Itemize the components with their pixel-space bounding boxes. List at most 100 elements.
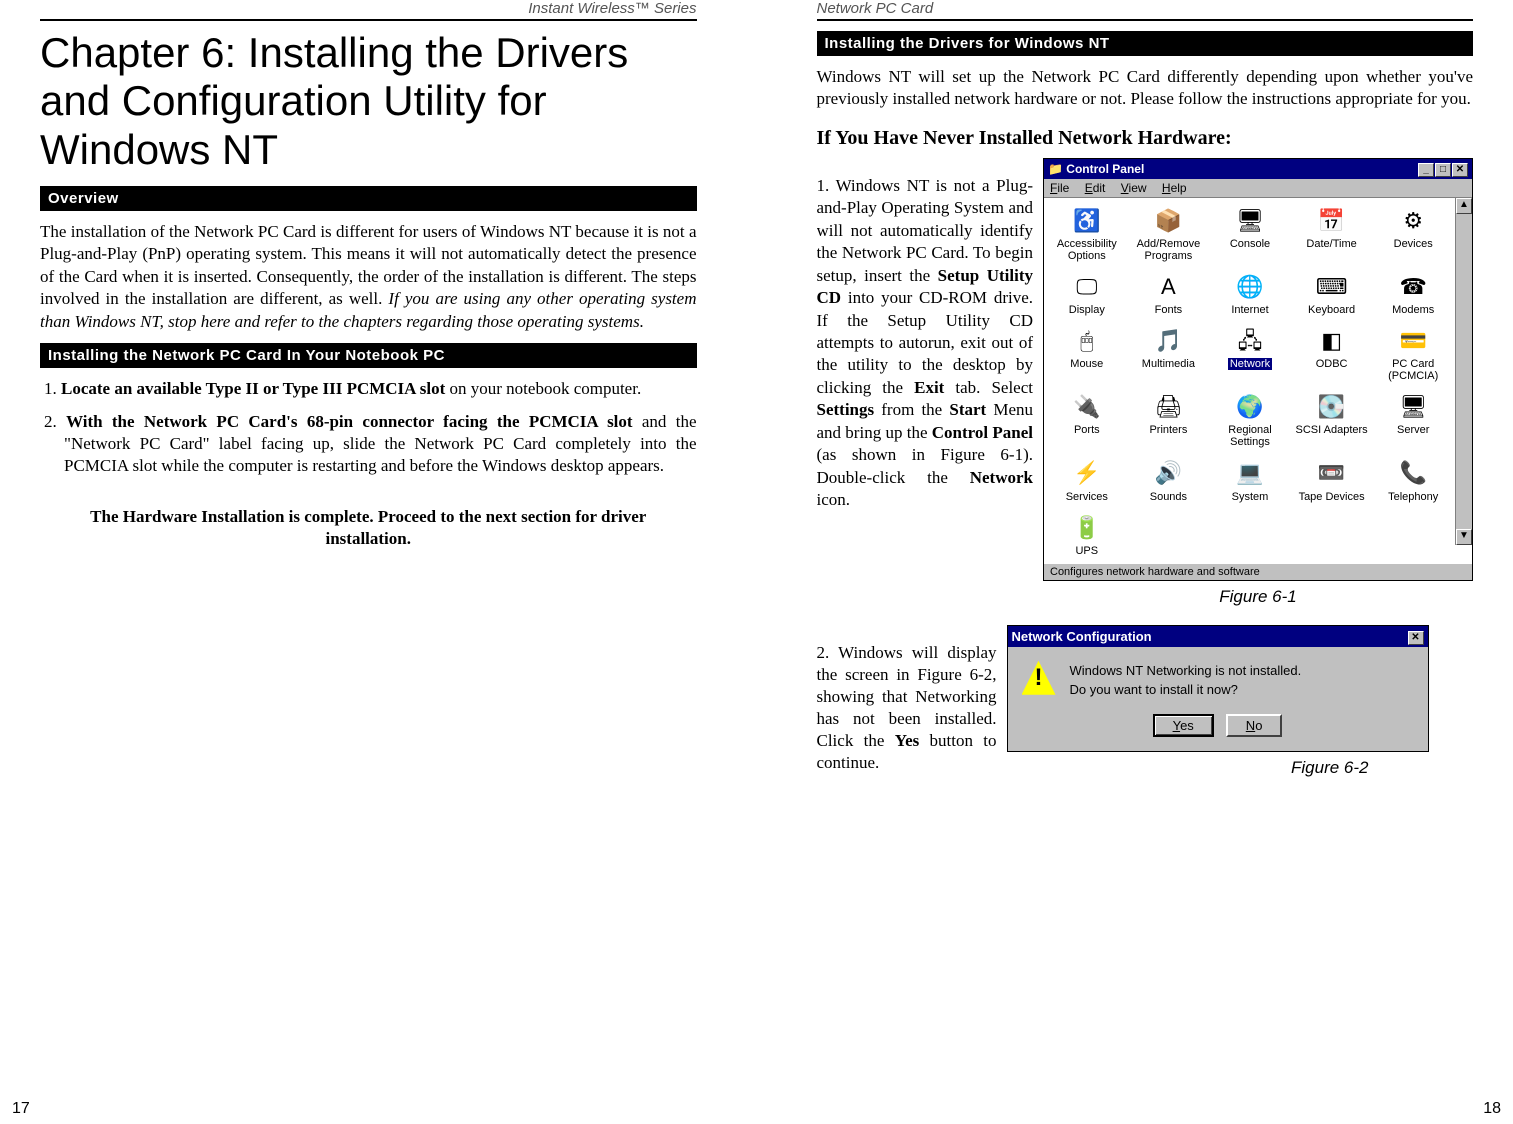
menu-view[interactable]: View bbox=[1121, 181, 1147, 195]
control-panel-item-label: System bbox=[1232, 491, 1269, 503]
network-config-dialog: Network Configuration ✕ ! Windows NT Net… bbox=[1007, 625, 1429, 752]
no-button[interactable]: No bbox=[1226, 714, 1283, 737]
control-panel-item[interactable]: 🔊Sounds bbox=[1130, 457, 1208, 505]
control-panel-item-icon: 🌍 bbox=[1234, 392, 1266, 422]
control-panel-item[interactable]: 📅Date/Time bbox=[1293, 204, 1371, 264]
control-panel-item-icon: 💻 bbox=[1234, 459, 1266, 489]
maximize-button[interactable]: □ bbox=[1435, 163, 1451, 177]
page-right: Network PC Card Installing the Drivers f… bbox=[757, 0, 1513, 1124]
left-step-1: 1. Locate an available Type II or Type I… bbox=[40, 378, 697, 400]
control-panel-item-icon: 🖨 bbox=[1152, 392, 1184, 422]
close-button[interactable]: ✕ bbox=[1408, 631, 1424, 645]
control-panel-item[interactable]: ♿Accessibility Options bbox=[1048, 204, 1126, 264]
control-panel-item[interactable]: 🖥Console bbox=[1211, 204, 1289, 264]
control-panel-item-label: Mouse bbox=[1070, 358, 1103, 370]
step-bold: Locate an available Type II or Type III … bbox=[61, 379, 445, 398]
control-panel-item[interactable]: 📞Telephony bbox=[1374, 457, 1452, 505]
t: Control Panel bbox=[932, 423, 1033, 442]
control-panel-item[interactable]: 🖵Display bbox=[1048, 270, 1126, 318]
control-panel-item[interactable]: 🖨Printers bbox=[1130, 390, 1208, 450]
vertical-scrollbar[interactable]: ▲ ▼ bbox=[1455, 198, 1472, 545]
control-panel-item[interactable]: 🌐Internet bbox=[1211, 270, 1289, 318]
section-install-card-heading: Installing the Network PC Card In Your N… bbox=[40, 343, 697, 368]
control-panel-item[interactable]: 🔌Ports bbox=[1048, 390, 1126, 450]
t: Network bbox=[970, 468, 1033, 487]
section-overview-heading: Overview bbox=[40, 186, 697, 211]
control-panel-item-label: Add/Remove Programs bbox=[1131, 238, 1207, 262]
dialog-title-text: Network Configuration bbox=[1012, 629, 1152, 644]
scroll-up-arrow-icon[interactable]: ▲ bbox=[1456, 198, 1472, 214]
control-panel-item-icon: ⚡ bbox=[1071, 459, 1103, 489]
control-panel-item[interactable]: 🖧 Network bbox=[1211, 324, 1289, 384]
control-panel-item-label: Ports bbox=[1074, 424, 1100, 436]
dialog-titlebar: Network Configuration ✕ bbox=[1008, 626, 1428, 647]
page-spread: Instant Wireless™ Series Chapter 6: Inst… bbox=[0, 0, 1513, 1124]
menu-edit[interactable]: Edit bbox=[1085, 181, 1106, 195]
figure-6-1: 📁 Control Panel _□✕ File Edit View Help bbox=[1043, 158, 1473, 607]
dialog-line1: Windows NT Networking is not installed. bbox=[1070, 661, 1302, 681]
page-number-left: 17 bbox=[12, 1100, 30, 1118]
control-panel-item-icon: 📼 bbox=[1316, 459, 1348, 489]
dialog-buttons: Yes No bbox=[1008, 706, 1428, 751]
page-left: Instant Wireless™ Series Chapter 6: Inst… bbox=[0, 0, 757, 1124]
yes-button[interactable]: Yes bbox=[1153, 714, 1214, 737]
control-panel-item-label: Devices bbox=[1394, 238, 1433, 250]
warning-icon: ! bbox=[1022, 661, 1056, 695]
control-panel-item[interactable]: 💽SCSI Adapters bbox=[1293, 390, 1371, 450]
control-panel-grid: ♿Accessibility Options📦Add/Remove Progra… bbox=[1044, 198, 1472, 563]
control-panel-item-label: Network bbox=[1228, 358, 1272, 370]
control-panel-item-icon: 🎵 bbox=[1152, 326, 1184, 356]
control-panel-item[interactable]: AFonts bbox=[1130, 270, 1208, 318]
right-step-1: 📁 Control Panel _□✕ File Edit View Help bbox=[817, 158, 1474, 607]
t: icon. bbox=[817, 490, 851, 509]
control-panel-item-label: Accessibility Options bbox=[1049, 238, 1125, 262]
control-panel-title-text: 📁 Control Panel bbox=[1048, 162, 1144, 176]
close-button[interactable]: ✕ bbox=[1452, 163, 1468, 177]
menu-file[interactable]: File bbox=[1050, 181, 1069, 195]
control-panel-item[interactable]: ☎Modems bbox=[1374, 270, 1452, 318]
control-panel-item[interactable]: ⚙Devices bbox=[1374, 204, 1452, 264]
control-panel-item-icon: 🖧 bbox=[1234, 326, 1266, 356]
figure-6-2: Network Configuration ✕ ! Windows NT Net… bbox=[1007, 625, 1429, 778]
control-panel-item-icon: ☎ bbox=[1397, 272, 1429, 302]
control-panel-item[interactable]: 🌍Regional Settings bbox=[1211, 390, 1289, 450]
control-panel-item[interactable]: 🖥Server bbox=[1374, 390, 1452, 450]
step-bold: With the Network PC Card's 68-pin connec… bbox=[66, 412, 633, 431]
menu-help[interactable]: Help bbox=[1162, 181, 1187, 195]
control-panel-item-label: Multimedia bbox=[1142, 358, 1195, 370]
control-panel-item-icon: 🔋 bbox=[1071, 513, 1103, 543]
control-panel-item[interactable]: ⌨Keyboard bbox=[1293, 270, 1371, 318]
t: Exit bbox=[914, 378, 944, 397]
control-panel-item-icon: 📅 bbox=[1316, 206, 1348, 236]
control-panel-item-label: UPS bbox=[1075, 545, 1098, 557]
running-header-right: Network PC Card bbox=[817, 0, 1474, 21]
control-panel-titlebar: 📁 Control Panel _□✕ bbox=[1044, 159, 1472, 179]
control-panel-item-label: PC Card (PCMCIA) bbox=[1375, 358, 1451, 382]
control-panel-item[interactable]: ⚡Services bbox=[1048, 457, 1126, 505]
control-panel-statusbar: Configures network hardware and software bbox=[1044, 563, 1472, 580]
control-panel-item-icon: 🖵 bbox=[1071, 272, 1103, 302]
hardware-complete-msg: The Hardware Installation is complete. P… bbox=[70, 506, 667, 550]
control-panel-item[interactable]: 🔋 UPS bbox=[1048, 511, 1126, 559]
control-panel-item[interactable]: 📦Add/Remove Programs bbox=[1130, 204, 1208, 264]
scroll-down-arrow-icon[interactable]: ▼ bbox=[1456, 529, 1472, 545]
control-panel-item[interactable]: 🖱Mouse bbox=[1048, 324, 1126, 384]
control-panel-item[interactable]: 💻 System bbox=[1211, 457, 1289, 505]
section-drivers-nt-heading: Installing the Drivers for Windows NT bbox=[817, 31, 1474, 56]
t: Yes bbox=[895, 731, 920, 750]
control-panel-item-icon: 🔊 bbox=[1152, 459, 1184, 489]
control-panel-menubar: File Edit View Help bbox=[1044, 179, 1472, 198]
step-number: 1. bbox=[44, 379, 61, 398]
minimize-button[interactable]: _ bbox=[1418, 163, 1434, 177]
control-panel-item[interactable]: 🎵 Multimedia bbox=[1130, 324, 1208, 384]
app-icon: 📁 bbox=[1048, 162, 1063, 176]
control-panel-item[interactable]: ◧ODBC bbox=[1293, 324, 1371, 384]
control-panel-item[interactable]: 📼Tape Devices bbox=[1293, 457, 1371, 505]
control-panel-item-label: SCSI Adapters bbox=[1296, 424, 1368, 436]
t: from the bbox=[874, 400, 949, 419]
window-controls: _□✕ bbox=[1417, 161, 1468, 177]
control-panel-client-wrap: ♿Accessibility Options📦Add/Remove Progra… bbox=[1044, 198, 1472, 563]
control-panel-item[interactable]: 💳PC Card (PCMCIA) bbox=[1374, 324, 1452, 384]
control-panel-item-icon: 🖥 bbox=[1234, 206, 1266, 236]
drivers-nt-intro: Windows NT will set up the Network PC Ca… bbox=[817, 66, 1474, 111]
